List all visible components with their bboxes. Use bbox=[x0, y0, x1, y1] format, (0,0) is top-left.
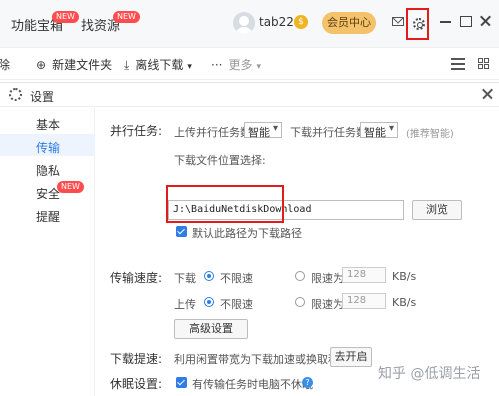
download-path-label: 下载文件位置选择: bbox=[174, 154, 266, 167]
settings-dialog: 设置 基本 传输 隐私 安全 NEW 提醒 并行任务: 上传并行任务数 智能 下… bbox=[0, 82, 499, 396]
watermark: 知乎 @低调生活 bbox=[378, 366, 481, 382]
settings-title: 设置 bbox=[30, 90, 55, 104]
upload-limit-input[interactable]: 128 bbox=[342, 293, 386, 309]
mail-icon[interactable] bbox=[392, 17, 404, 26]
more-icon: ··· bbox=[211, 58, 223, 72]
close-icon[interactable] bbox=[481, 88, 493, 100]
download-icon: ⤓ bbox=[124, 58, 130, 72]
transfer-settings: 并行任务: 上传并行任务数 智能 下载并行任务数 智能 (推荐智能) 下载文件位… bbox=[96, 108, 499, 396]
default-path-label: 默认此路径为下载路径 bbox=[192, 227, 302, 240]
sleep-label: 休眠设置: bbox=[110, 377, 163, 391]
toolbar: 除 ⊕ 新建文件夹 ⤓ 离线下载 ▾ ··· 更多 ▾ bbox=[0, 48, 499, 80]
upload-unit: KB/s bbox=[392, 296, 417, 309]
offline-download-button[interactable]: ⤓ 离线下载 ▾ bbox=[124, 56, 192, 73]
download-unlimited-radio[interactable] bbox=[204, 271, 214, 281]
download-limit-input[interactable]: 128 bbox=[342, 267, 386, 283]
settings-sidebar: 基本 传输 隐私 安全 NEW 提醒 bbox=[0, 108, 95, 396]
coin-icon: $ bbox=[294, 15, 308, 29]
browse-button[interactable]: 浏览 bbox=[412, 200, 462, 220]
minimize-icon[interactable] bbox=[439, 14, 453, 28]
parallel-label: 并行任务: bbox=[110, 124, 163, 138]
new-folder-label: 新建文件夹 bbox=[52, 58, 113, 72]
enable-accelerate-button[interactable]: 去开启 bbox=[330, 347, 372, 367]
offline-download-label: 离线下载 bbox=[135, 58, 184, 72]
upload-parallel-select[interactable]: 智能 bbox=[244, 122, 282, 139]
more-button[interactable]: ··· 更多 ▾ bbox=[211, 56, 261, 73]
upload-limit-radio[interactable] bbox=[295, 297, 305, 307]
download-parallel-select[interactable]: 智能 bbox=[360, 122, 398, 139]
sidebar-item-transfer[interactable]: 传输 bbox=[36, 139, 60, 156]
path-highlight bbox=[166, 185, 284, 223]
default-path-checkbox[interactable] bbox=[176, 226, 187, 237]
download-parallel-label: 下载并行任务数 bbox=[290, 126, 367, 139]
vip-center-button[interactable]: 会员中心 bbox=[322, 12, 376, 34]
sidebar-item-reminder[interactable]: 提醒 bbox=[36, 208, 60, 225]
sidebar-item-basic[interactable]: 基本 bbox=[36, 116, 60, 133]
folder-plus-icon: ⊕ bbox=[36, 58, 47, 72]
parallel-hint: (推荐智能) bbox=[406, 129, 454, 140]
top-bar: 功能宝箱 NEW 找资源 NEW tab226 $ 会员中心 bbox=[0, 0, 499, 48]
settings-highlight bbox=[406, 8, 429, 40]
advanced-settings-button[interactable]: 高级设置 bbox=[174, 319, 248, 339]
sidebar-item-privacy[interactable]: 隐私 bbox=[36, 162, 60, 179]
download-unlimited-label: 不限速 bbox=[220, 272, 253, 285]
new-badge: NEW bbox=[52, 11, 79, 23]
speed-label: 传输速度: bbox=[110, 271, 163, 285]
download-speed-label: 下载 bbox=[174, 272, 196, 285]
help-icon[interactable]: ? bbox=[302, 377, 313, 388]
chevron-down-icon: ▾ bbox=[256, 62, 261, 72]
accelerate-label: 下载提速: bbox=[110, 352, 163, 366]
settings-header: 设置 bbox=[0, 83, 499, 107]
maximize-icon[interactable] bbox=[459, 14, 473, 28]
upload-unlimited-radio[interactable] bbox=[204, 297, 214, 307]
no-sleep-checkbox[interactable] bbox=[176, 377, 187, 388]
app-window: 功能宝箱 NEW 找资源 NEW tab226 $ 会员中心 除 ⊕ 新建文件夹 … bbox=[0, 0, 499, 396]
gear-icon bbox=[9, 88, 22, 101]
sort-icon[interactable] bbox=[451, 58, 465, 70]
new-folder-button[interactable]: ⊕ 新建文件夹 bbox=[36, 56, 112, 73]
upload-limit-label: 限速为 bbox=[311, 298, 344, 311]
upload-unlimited-label: 不限速 bbox=[220, 298, 253, 311]
download-unit: KB/s bbox=[392, 270, 417, 283]
delete-button[interactable]: 除 bbox=[0, 56, 10, 73]
chevron-down-icon: ▾ bbox=[187, 62, 192, 72]
download-limit-label: 限速为 bbox=[311, 272, 344, 285]
more-label: 更多 bbox=[228, 58, 253, 72]
new-badge: NEW bbox=[57, 181, 84, 193]
upload-speed-label: 上传 bbox=[174, 298, 196, 311]
new-badge: NEW bbox=[113, 11, 140, 23]
avatar[interactable] bbox=[233, 12, 255, 34]
download-limit-radio[interactable] bbox=[295, 271, 305, 281]
grid-view-icon[interactable] bbox=[478, 58, 490, 70]
upload-parallel-label: 上传并行任务数 bbox=[174, 126, 251, 139]
accelerate-text: 利用闲置带宽为下载加速或换取积分 bbox=[174, 353, 350, 366]
no-sleep-label: 有传输任务时电脑不休眠 bbox=[192, 378, 313, 391]
close-icon[interactable] bbox=[479, 14, 493, 28]
gear-icon[interactable] bbox=[413, 18, 425, 30]
